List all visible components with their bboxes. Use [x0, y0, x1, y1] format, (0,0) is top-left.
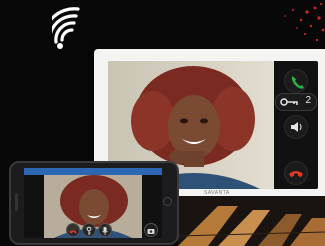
wifi-icon: [52, 7, 80, 49]
camera-icon: [147, 229, 155, 234]
phone-end-call-button[interactable]: [66, 223, 80, 237]
product-scene: 2 SAVANTA: [0, 0, 325, 246]
end-call-button[interactable]: [284, 161, 308, 185]
phone-end-icon: [289, 171, 303, 177]
microphone-icon: [102, 227, 108, 235]
door-release-button[interactable]: 2: [275, 93, 317, 111]
key-icon: [86, 226, 92, 235]
phone-screen: [24, 168, 162, 238]
app-top-bar: [24, 168, 162, 175]
phone-speaker: [15, 193, 18, 211]
smartphone: [9, 161, 179, 245]
accept-call-button[interactable]: [284, 69, 308, 93]
phone-mute-button[interactable]: [98, 223, 112, 237]
phone-door-release-button[interactable]: [82, 223, 96, 237]
phone-end-icon: [69, 230, 77, 234]
floor-background: [178, 196, 325, 246]
phone-home-button[interactable]: [163, 197, 172, 206]
key-icon: [280, 98, 298, 106]
phone-accept-icon: [291, 76, 304, 89]
volume-button[interactable]: [284, 115, 308, 139]
phone-camera-button[interactable]: [144, 223, 158, 237]
monitor-control-panel: 2: [274, 61, 318, 189]
speaker-icon: [291, 122, 302, 132]
door-key-number: 2: [305, 95, 311, 106]
